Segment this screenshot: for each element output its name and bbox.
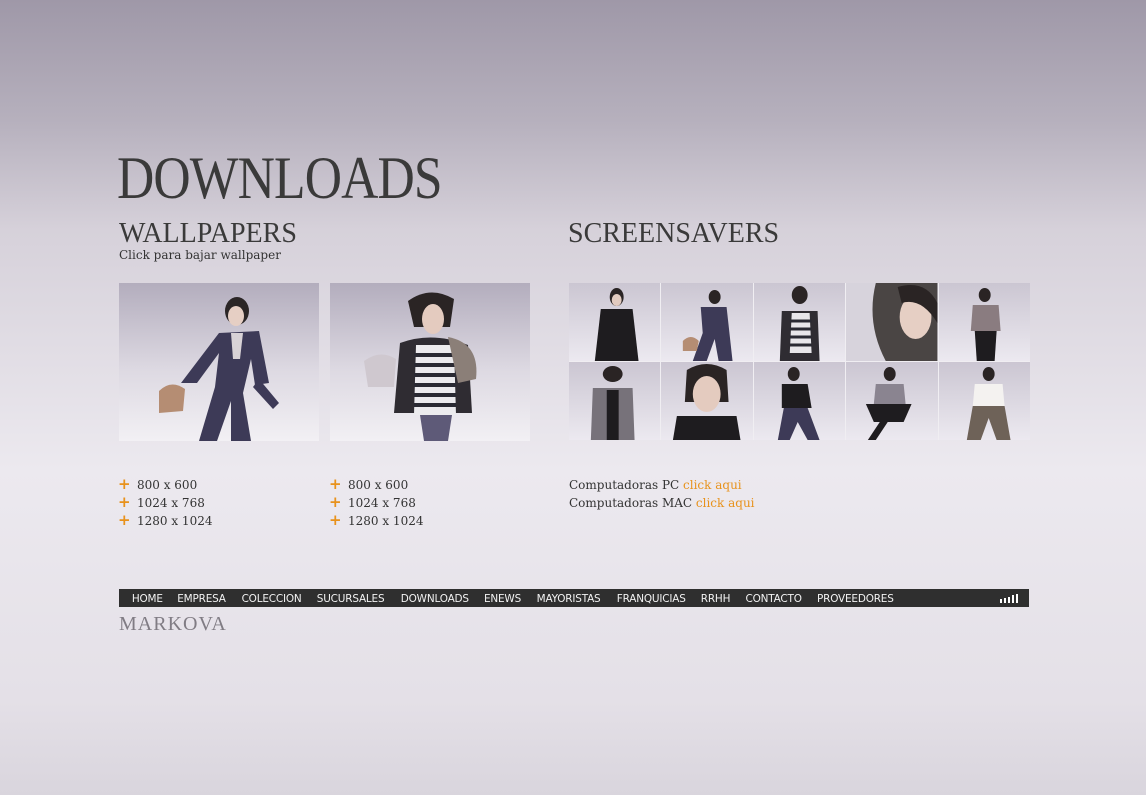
screensaver-pc-link[interactable]: click aqui (683, 478, 742, 492)
plus-icon: + (329, 511, 342, 529)
plus-icon: + (118, 493, 131, 511)
wallpaper-2-res-1024[interactable]: +1024 x 768 (329, 493, 423, 511)
nav-item-rrhh[interactable]: RRHH (701, 592, 731, 605)
screensaver-pc-label: Computadoras PC (569, 478, 680, 492)
wallpaper-2-res-1280[interactable]: +1280 x 1024 (329, 511, 423, 529)
wallpaper-2-resolutions: +800 x 600 +1024 x 768 +1280 x 1024 (329, 475, 423, 529)
nav-item-franquicias[interactable]: FRANQUICIAS (617, 592, 686, 605)
wallpaper-2-res-800[interactable]: +800 x 600 (329, 475, 423, 493)
brand-logo: MARKOVA (119, 613, 227, 635)
screensavers-title: SCREENSAVERS (568, 218, 780, 249)
screensaver-thumb-4 (846, 283, 938, 361)
nav-item-downloads[interactable]: DOWNLOADS (401, 592, 469, 605)
screensaver-thumb-5 (938, 283, 1030, 361)
wallpaper-1-res-1024[interactable]: +1024 x 768 (118, 493, 212, 511)
screensaver-thumb-7 (661, 362, 753, 440)
wallpapers-title: WALLPAPERS (119, 218, 297, 249)
screensaver-mac-label: Computadoras MAC (569, 496, 693, 510)
wallpaper-1-res-800[interactable]: +800 x 600 (118, 475, 212, 493)
main-nav-bar: HOME EMPRESA COLECCION SUCURSALES DOWNLO… (119, 589, 1029, 607)
screensaver-mac-link[interactable]: click aqui (696, 496, 755, 510)
model-photo (364, 292, 477, 441)
screensaver-thumb-1 (569, 283, 661, 361)
screensaver-mac-row: Computadoras MAC click aqui (569, 494, 755, 512)
wallpapers-subtitle: Click para bajar wallpaper (119, 248, 281, 262)
wallpaper-thumbnail-1[interactable] (119, 283, 319, 441)
sound-bars-icon[interactable] (1000, 594, 1018, 603)
screensaver-thumb-6 (569, 362, 661, 440)
plus-icon: + (118, 511, 131, 529)
nav-item-coleccion[interactable]: COLECCION (241, 592, 301, 605)
screensaver-thumb-2 (661, 283, 753, 361)
plus-icon: + (118, 475, 131, 493)
nav-item-contacto[interactable]: CONTACTO (745, 592, 801, 605)
nav-item-home[interactable]: HOME (132, 592, 163, 605)
wallpaper-thumbnail-2[interactable] (330, 283, 530, 441)
screensaver-thumb-9 (846, 362, 938, 440)
nav-item-sucursales[interactable]: SUCURSALES (317, 592, 385, 605)
wallpaper-1-resolutions: +800 x 600 +1024 x 768 +1280 x 1024 (118, 475, 212, 529)
screensaver-thumb-10 (938, 362, 1030, 440)
screensaver-pc-row: Computadoras PC click aqui (569, 476, 755, 494)
nav-item-enews[interactable]: ENEWS (484, 592, 521, 605)
screensaver-preview-grid (569, 283, 1030, 440)
nav-items: HOME EMPRESA COLECCION SUCURSALES DOWNLO… (131, 589, 909, 607)
screensaver-thumb-8 (753, 362, 846, 440)
model-photo (159, 297, 279, 441)
screensaver-links: Computadoras PC click aqui Computadoras … (569, 476, 755, 512)
wallpaper-1-res-1280[interactable]: +1280 x 1024 (118, 511, 212, 529)
nav-item-proveedores[interactable]: PROVEEDORES (817, 592, 894, 605)
plus-icon: + (329, 493, 342, 511)
nav-item-mayoristas[interactable]: MAYORISTAS (537, 592, 601, 605)
screensaver-thumb-3 (753, 283, 846, 361)
plus-icon: + (329, 475, 342, 493)
nav-item-empresa[interactable]: EMPRESA (177, 592, 226, 605)
page-title: DOWNLOADS (117, 145, 443, 211)
